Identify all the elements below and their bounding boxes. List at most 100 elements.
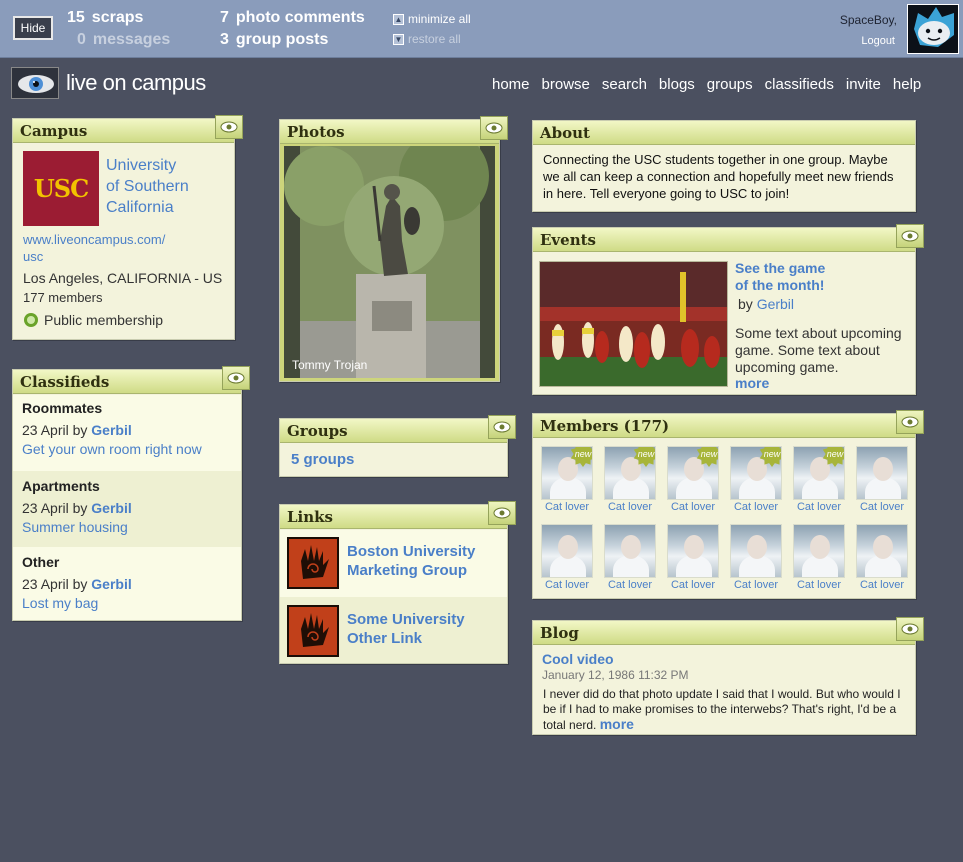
members-panel-header: Members (177): [533, 410, 924, 438]
blog-panel-header: Blog: [533, 617, 924, 645]
member-thumb[interactable]: Cat lover: [603, 524, 657, 591]
member-thumb[interactable]: Cat lover: [666, 524, 720, 591]
event-byline: by Gerbil: [738, 296, 794, 312]
classified-author-link[interactable]: Gerbil: [91, 576, 131, 592]
usc-logo: USC: [23, 151, 99, 226]
campus-url-link[interactable]: www.liveoncampus.com/ usc: [23, 231, 165, 265]
member-thumb[interactable]: Cat lover: [855, 524, 909, 591]
member-photo: new: [730, 446, 782, 500]
member-label: Cat lover: [796, 579, 842, 591]
blog-post-title-link[interactable]: Cool video: [542, 651, 614, 667]
member-thumb[interactable]: new Cat lover: [792, 446, 846, 513]
messages-label: messages: [92, 31, 171, 48]
group-posts-link[interactable]: 3 group posts: [220, 31, 328, 49]
photo-comments-count: 7: [220, 9, 229, 26]
messages-link[interactable]: 0 messages: [77, 31, 170, 49]
nav-classifieds[interactable]: classifieds: [765, 76, 834, 93]
university-name-line: University: [106, 157, 177, 174]
member-thumb[interactable]: new Cat lover: [729, 446, 783, 513]
minimize-all-label: minimize all: [408, 12, 471, 26]
events-panel-header: Events: [533, 224, 924, 252]
photo-comments-link[interactable]: 7 photo comments: [220, 9, 365, 27]
logout-link[interactable]: Logout: [861, 35, 895, 47]
site-logo-text[interactable]: live on campus: [66, 70, 206, 96]
hide-button[interactable]: Hide: [13, 16, 53, 40]
football-game-photo: [540, 262, 727, 386]
scraps-link[interactable]: 15 scraps: [67, 9, 143, 27]
member-photo: [793, 524, 845, 578]
classified-author-link[interactable]: Gerbil: [91, 500, 131, 516]
member-thumb[interactable]: Cat lover: [540, 524, 594, 591]
event-more-link[interactable]: more: [735, 375, 769, 391]
event-headline-link[interactable]: See the game of the month!: [735, 260, 825, 294]
university-name-line: of Southern: [106, 178, 189, 195]
nav-groups[interactable]: groups: [707, 76, 753, 93]
university-name-link[interactable]: University of Southern California: [106, 155, 189, 218]
member-label: Cat lover: [796, 501, 842, 513]
link-title[interactable]: Some University Other Link: [347, 610, 465, 648]
campus-toggle-eye-icon[interactable]: [215, 115, 243, 139]
link-item[interactable]: Boston University Marketing Group: [280, 530, 507, 597]
member-label: Cat lover: [544, 579, 590, 591]
classified-link[interactable]: Lost my bag: [22, 595, 98, 611]
member-thumb[interactable]: Cat lover: [729, 524, 783, 591]
photo-viewer[interactable]: Tommy Trojan: [284, 146, 495, 378]
link-title-line: Boston University: [347, 543, 476, 560]
top-bar: Hide 15 scraps 0 messages 7 photo comments …: [0, 0, 963, 58]
member-label: Cat lover: [607, 579, 653, 591]
event-author-link[interactable]: Gerbil: [757, 296, 794, 312]
restore-all-button[interactable]: ▼ restore all: [393, 32, 461, 46]
classified-link[interactable]: Summer housing: [22, 519, 128, 535]
groups-count-link[interactable]: 5 groups: [291, 451, 354, 468]
messages-count: 0: [77, 31, 86, 48]
groups-title: Groups: [287, 422, 348, 440]
nav-invite[interactable]: invite: [846, 76, 881, 93]
logo-eye-icon[interactable]: [11, 67, 59, 99]
link-title[interactable]: Boston University Marketing Group: [347, 542, 475, 580]
members-panel: Members (177) new Cat lover new Cat lover ne…: [532, 410, 924, 599]
campus-panel: Campus USC University of Southern Califo…: [12, 115, 243, 340]
link-item[interactable]: Some University Other Link: [280, 597, 507, 663]
classified-meta: 23 April by Gerbil: [22, 422, 132, 438]
member-label: Cat lover: [859, 579, 905, 591]
spaceboy-avatar-icon: [908, 5, 958, 53]
blog-more-link[interactable]: more: [600, 716, 634, 732]
event-photo[interactable]: [539, 261, 728, 387]
user-avatar[interactable]: [907, 4, 959, 54]
minimize-all-button[interactable]: ▲ minimize all: [393, 12, 471, 26]
events-toggle-eye-icon[interactable]: [896, 224, 924, 248]
links-toggle-eye-icon[interactable]: [488, 501, 516, 525]
nav-home[interactable]: home: [492, 76, 530, 93]
links-panel-header: Links: [280, 501, 516, 529]
nav-help[interactable]: help: [893, 76, 921, 93]
groups-toggle-eye-icon[interactable]: [488, 415, 516, 439]
member-thumb[interactable]: new Cat lover: [540, 446, 594, 513]
blog-post-body: I never did do that photo update I said …: [543, 687, 903, 733]
member-thumb[interactable]: new Cat lover: [603, 446, 657, 513]
member-thumb[interactable]: new Cat lover: [666, 446, 720, 513]
member-thumb[interactable]: Cat lover: [792, 524, 846, 591]
classified-author-link[interactable]: Gerbil: [91, 422, 131, 438]
hand-spiral-icon: [287, 537, 339, 589]
classifieds-toggle-eye-icon[interactable]: [222, 366, 250, 390]
classified-link[interactable]: Get your own room right now: [22, 441, 202, 457]
scraps-count: 15: [67, 9, 85, 26]
member-photo: [667, 524, 719, 578]
photo-comments-label: photo comments: [235, 9, 365, 26]
nav-blogs[interactable]: blogs: [659, 76, 695, 93]
membership-label: Public membership: [44, 312, 164, 328]
nav-browse[interactable]: browse: [542, 76, 590, 93]
photos-toggle-eye-icon[interactable]: [480, 116, 508, 140]
groups-panel: Groups 5 groups: [279, 415, 516, 477]
member-thumb[interactable]: Cat lover: [855, 446, 909, 513]
links-title: Links: [287, 508, 333, 526]
members-toggle-eye-icon[interactable]: [896, 410, 924, 434]
campus-url-line: usc: [23, 249, 44, 264]
classifieds-panel: Classifieds Roommates 23 April by Gerbil…: [12, 366, 250, 621]
members-title: Members (177): [540, 417, 670, 435]
blog-toggle-eye-icon[interactable]: [896, 617, 924, 641]
group-posts-count: 3: [220, 31, 229, 48]
event-body: Some text about upcoming game. Some text…: [735, 325, 902, 375]
nav-search[interactable]: search: [602, 76, 647, 93]
restore-all-label: restore all: [408, 32, 461, 46]
